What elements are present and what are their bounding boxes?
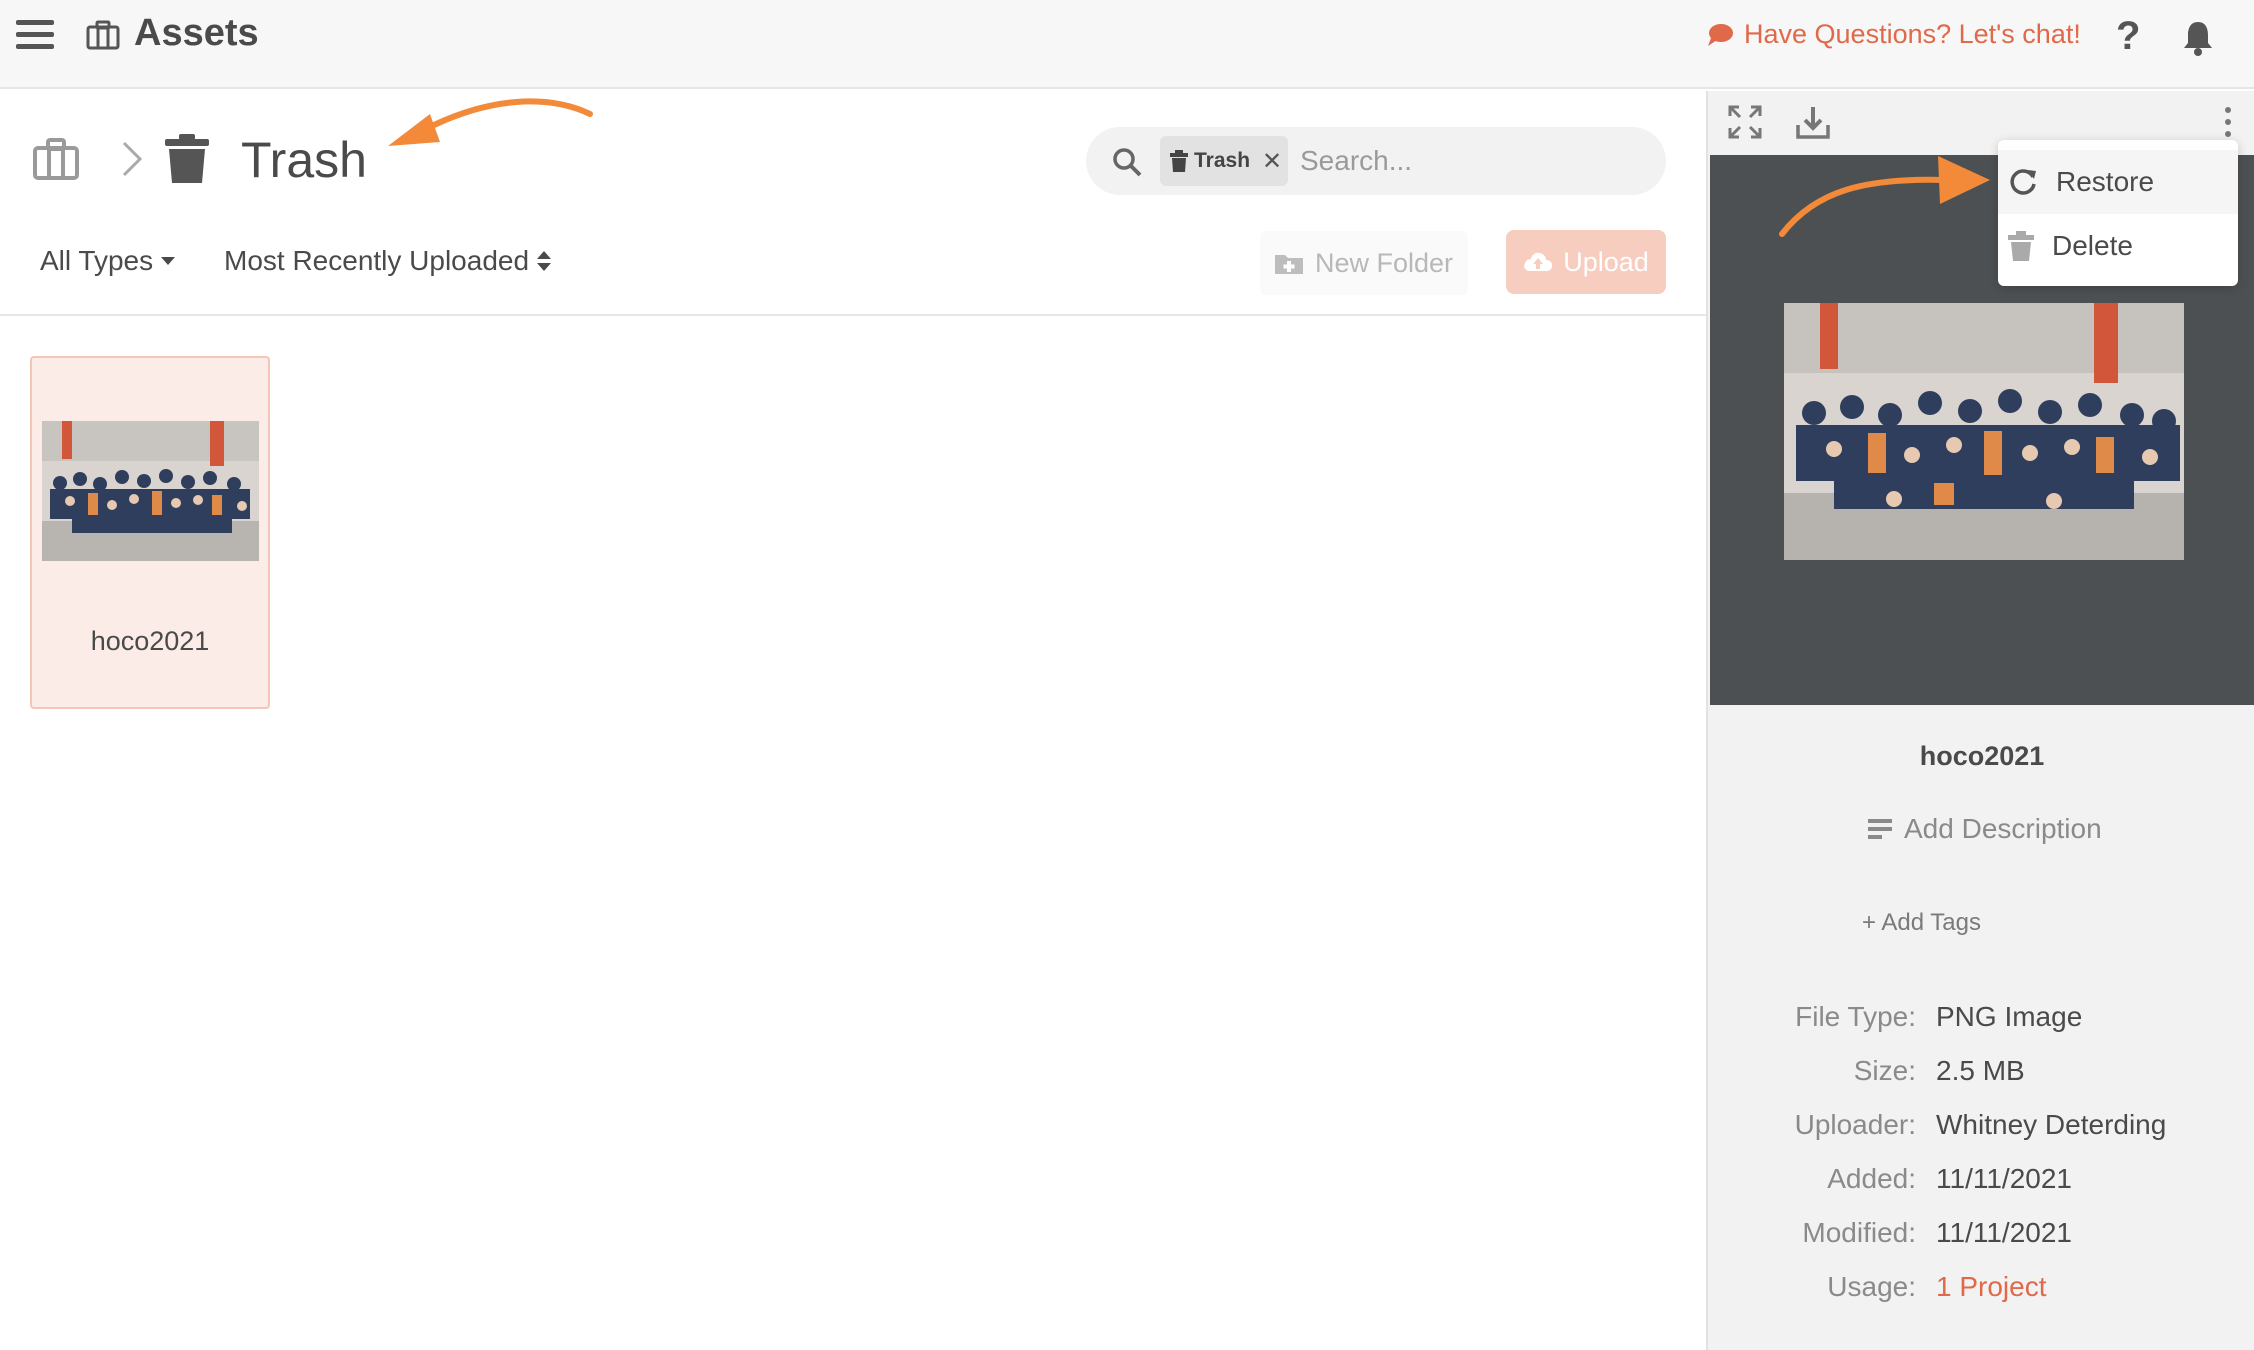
asset-title: hoco2021: [1919, 741, 2045, 771]
new-folder-button[interactable]: New Folder: [1260, 231, 1468, 295]
speech-bubble-icon: [1708, 23, 1733, 46]
preview-image: [1784, 303, 2184, 560]
page-title: Trash: [241, 132, 367, 188]
meta-size: Size: 2.5 MB: [1853, 1055, 2025, 1086]
filter-chip-label: Trash: [1194, 149, 1251, 172]
restore-label: Restore: [2056, 166, 2155, 197]
app-title: Assets: [134, 12, 259, 54]
toolbar-divider: [0, 314, 1706, 316]
top-bar: Assets Have Questions? Let's chat! ?: [0, 0, 2254, 89]
meta-usage: Usage: 1 Project: [1827, 1271, 2047, 1303]
chat-link[interactable]: Have Questions? Let's chat!: [1706, 19, 2081, 50]
restore-menu-item[interactable]: Restore: [1998, 150, 2238, 214]
add-description-button[interactable]: Add Description: [1868, 813, 2102, 845]
asset-actions-menu: Restore Delete: [1998, 140, 2238, 286]
trash-filter-chip: Trash ✕: [1160, 136, 1288, 186]
hamburger-icon[interactable]: [16, 20, 56, 50]
briefcase-icon[interactable]: [32, 137, 80, 181]
download-icon[interactable]: [1796, 105, 1830, 139]
upload-button[interactable]: Upload: [1506, 230, 1666, 294]
close-icon[interactable]: ✕: [1262, 147, 1282, 176]
asset-name: hoco2021: [90, 626, 210, 656]
search-bar: Trash ✕: [1086, 127, 1666, 195]
trash-icon: [2008, 231, 2034, 261]
upload-label: Upload: [1563, 246, 1649, 277]
annotation-arrow-icon: [388, 98, 593, 146]
meta-modified: Modified: 11/11/2021: [1802, 1217, 2072, 1248]
trash-icon: [165, 134, 209, 183]
search-input[interactable]: [1300, 141, 1640, 181]
asset-card[interactable]: hoco2021: [30, 356, 270, 709]
briefcase-icon: [86, 20, 120, 50]
sort-label: Most Recently Uploaded: [224, 245, 530, 276]
chevron-right-icon: [122, 141, 143, 177]
add-description-label: Add Description: [1904, 813, 2102, 844]
folder-plus-icon: [1274, 255, 1303, 274]
delete-label: Delete: [2052, 230, 2133, 261]
help-button[interactable]: ?: [2116, 14, 2140, 59]
caret-down-icon: [161, 257, 176, 265]
kebab-icon[interactable]: [2220, 105, 2236, 139]
meta-uploader: Uploader: Whitney Deterding: [1794, 1109, 2167, 1140]
refresh-icon: [2010, 169, 2036, 195]
sort-dropdown[interactable]: Most Recently Uploaded: [224, 245, 552, 277]
add-tags-button[interactable]: + Add Tags: [1862, 909, 1981, 937]
usage-link[interactable]: 1 Project: [1936, 1271, 2047, 1303]
new-folder-label: New Folder: [1314, 247, 1454, 278]
text-lines-icon: [1868, 819, 1892, 839]
meta-added: Added: 11/11/2021: [1827, 1163, 2072, 1194]
annotation-arrow-icon: [1779, 156, 1990, 237]
bell-icon[interactable]: [2180, 18, 2216, 56]
chat-link-label: Have Questions? Let's chat!: [1744, 19, 2081, 49]
cloud-upload-icon: [1524, 252, 1553, 271]
asset-thumbnail: [42, 421, 259, 561]
main-panel: Trash Trash ✕ All Types Most Recently Up…: [0, 91, 1706, 1350]
type-filter-label: All Types: [40, 245, 154, 276]
expand-icon[interactable]: [1728, 105, 1762, 139]
search-icon: [1113, 148, 1142, 177]
type-filter-dropdown[interactable]: All Types: [40, 245, 176, 277]
delete-menu-item[interactable]: Delete: [1998, 214, 2238, 278]
meta-file-type: File Type: PNG Image: [1795, 1001, 2083, 1032]
sort-icon: [537, 251, 552, 271]
trash-icon: [1170, 150, 1188, 172]
